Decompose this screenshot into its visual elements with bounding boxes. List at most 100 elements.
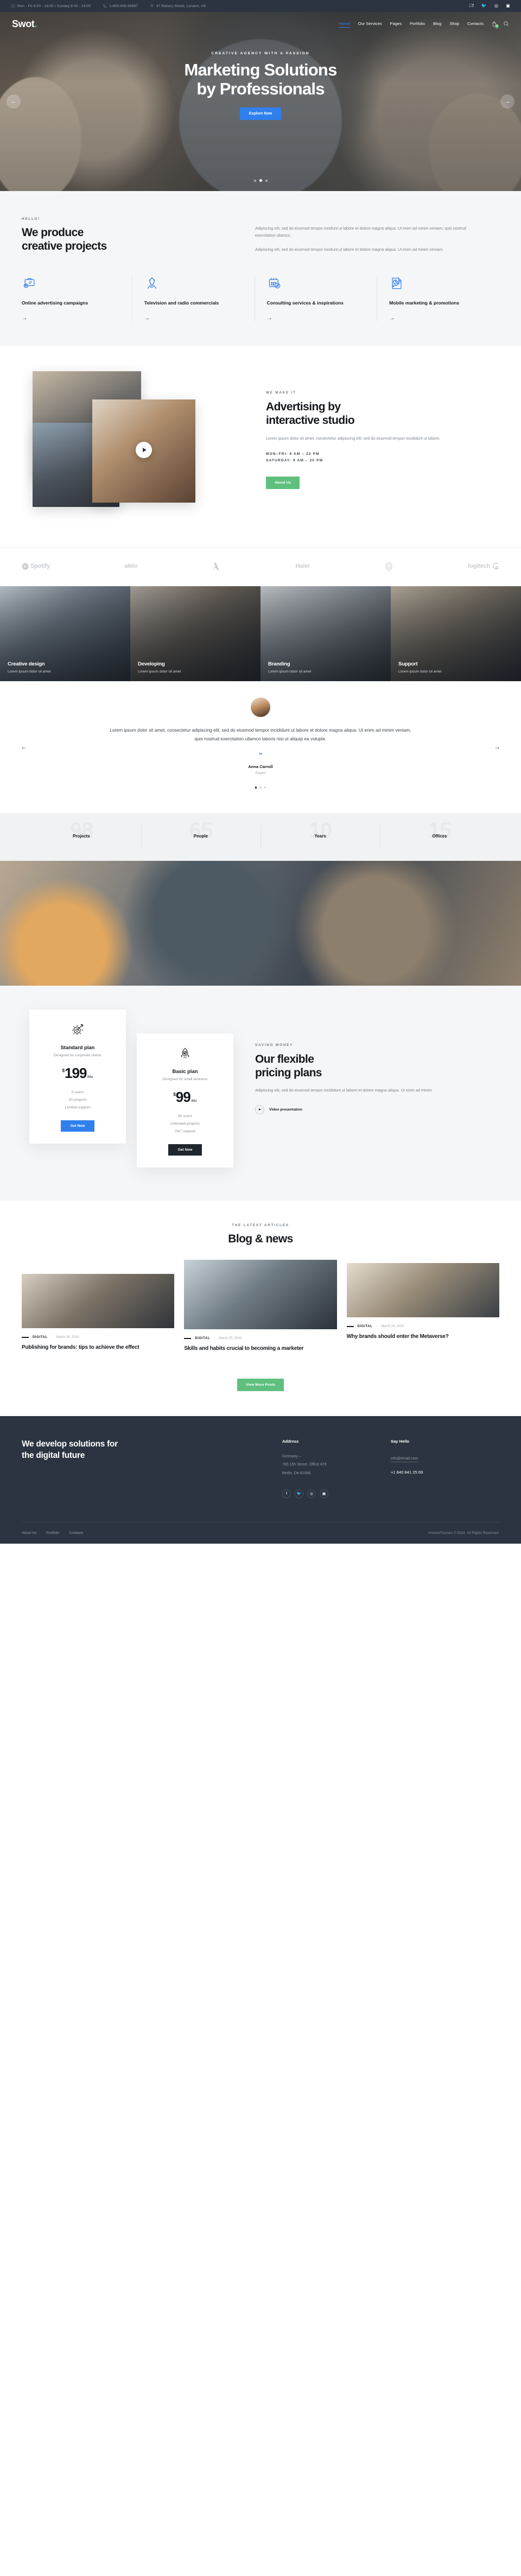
hero-dot-3[interactable] <box>265 180 268 182</box>
testimonial-prev-arrow[interactable]: ← <box>21 743 27 751</box>
nav-item-pages[interactable]: Pages <box>390 21 402 28</box>
nav-link-our-services[interactable]: Our Services <box>358 21 382 28</box>
video-presentation-link[interactable]: Video presentation <box>255 1105 472 1114</box>
footer-link-portfolio[interactable]: Portfolio <box>46 1531 59 1535</box>
brand-name: alelo <box>124 563 138 570</box>
counter-projects: 98 Projects <box>22 820 141 852</box>
arrow-right-icon[interactable]: → <box>144 315 243 321</box>
plan-cta-standard[interactable]: Get Now <box>60 1120 95 1132</box>
play-icon[interactable] <box>136 441 152 458</box>
hero-cta-button[interactable]: Explore Now <box>239 107 282 120</box>
facebook-icon[interactable]: f <box>282 1489 291 1499</box>
dribbble-icon[interactable]: ◎ <box>307 1489 316 1499</box>
team-meeting-photo <box>0 860 521 986</box>
hero-dot-1[interactable] <box>253 180 256 182</box>
blog-post-category[interactable]: DIGITAL <box>33 1336 48 1339</box>
advertising-title: Advertising by interactive studio <box>266 400 494 427</box>
briefcase-gear-icon <box>22 276 37 291</box>
arrow-right-icon[interactable]: → <box>389 315 487 321</box>
hero-next-arrow[interactable]: → <box>500 94 514 109</box>
hours-saturday: SATURDAY: 9 AM – 20 PM <box>266 459 323 463</box>
nav-item-blog[interactable]: Blog <box>433 21 441 28</box>
hero-eyebrow: CREATIVE AGENCY WITH A PASSION <box>211 52 310 55</box>
pricing-plan-list: Standard plan Designed for corporate cli… <box>22 1009 255 1172</box>
footer-link-contacts[interactable]: Contacts <box>69 1531 83 1535</box>
site-logo[interactable]: Swot. <box>12 18 37 30</box>
footer-link-about-us[interactable]: About Us <box>22 1531 36 1535</box>
arrow-right-icon[interactable]: → <box>267 315 365 321</box>
service-card-tv-radio[interactable]: Television and radio commercials → <box>132 276 255 321</box>
facebook-icon[interactable]: f <box>469 4 474 8</box>
blog-post-image <box>184 1259 337 1329</box>
produce-eyebrow: HELLO! <box>22 217 41 221</box>
testimonial-section: ← → Lorem ipsum dolor sit amet, consecte… <box>0 681 521 813</box>
blog-post-title[interactable]: Why brands should enter the Metaverse? <box>347 1333 499 1341</box>
blog-post[interactable]: DIGITAL · March 25, 2020 Skills and habi… <box>184 1259 337 1392</box>
play-icon <box>255 1105 264 1114</box>
twitter-icon[interactable]: 🐦 <box>295 1489 303 1499</box>
target-gear-icon <box>71 1023 85 1037</box>
blog-post-title[interactable]: Publishing for brands: tips to achieve t… <box>22 1344 174 1352</box>
testimonial-next-arrow[interactable]: → <box>494 743 500 751</box>
testimonial-author-role: Expert <box>255 771 266 775</box>
blog-post-title[interactable]: Skills and habits crucial to becoming a … <box>184 1345 336 1353</box>
tile-branding[interactable]: Branding Lorem ipsum dolor sit amet <box>260 586 391 681</box>
nav-link-blog[interactable]: Blog <box>433 21 441 28</box>
nav-item-shop[interactable]: Shop <box>449 21 459 28</box>
counter-label: People <box>193 833 208 839</box>
search-button[interactable] <box>503 20 509 29</box>
tile-support[interactable]: Support Lorem ipsum dolor sit amet <box>391 586 521 681</box>
dribbble-icon[interactable]: ◎ <box>494 4 498 8</box>
testimonial-dot-2[interactable] <box>259 786 262 789</box>
nav-item-contacts[interactable]: Contacts <box>467 21 484 28</box>
instagram-icon[interactable]: ▣ <box>320 1489 328 1499</box>
blog-post[interactable]: DIGITAL · March 26, 2020 Publishing for … <box>22 1273 175 1352</box>
avatar <box>251 697 270 717</box>
nav-item-home[interactable]: Home <box>339 21 350 28</box>
about-us-button[interactable]: About Us <box>266 476 300 489</box>
pricing-title-line2: pricing plans <box>255 1066 322 1079</box>
topbar-address-text: 47 Bakery Street, London, UK <box>156 4 207 8</box>
nav-item-our-services[interactable]: Our Services <box>358 21 382 28</box>
report-chart-icon <box>389 276 404 291</box>
topbar-phone[interactable]: 1-800-458-56987 <box>103 4 138 8</box>
blog-post-category[interactable]: DIGITAL <box>195 1337 210 1340</box>
nav-link-contacts[interactable]: Contacts <box>467 21 484 28</box>
blog-post-category[interactable]: DIGITAL <box>358 1325 373 1328</box>
brand-name: Haier <box>295 563 310 570</box>
plan-cta-basic[interactable]: Get Now <box>168 1144 202 1156</box>
nav-link-pages[interactable]: Pages <box>390 21 402 28</box>
pricing-paragraph: Adipiscing elit, sed do eiusmod tempor i… <box>255 1088 433 1093</box>
advertising-section: WE MAKE IT Advertising by interactive st… <box>0 346 521 547</box>
plan-period: /Mo <box>190 1099 197 1103</box>
footer-phone[interactable]: +1 840 841 25 69 <box>391 1470 499 1475</box>
nav-link-portfolio[interactable]: Portfolio <box>410 21 425 28</box>
hero-prev-arrow[interactable]: ← <box>7 94 21 109</box>
service-card-online-advertising[interactable]: Online advertising campaigns → <box>22 276 132 321</box>
tile-developing[interactable]: Developing Lorem ipsum dolor sit amet <box>130 586 260 681</box>
instagram-icon[interactable]: ▣ <box>506 4 510 8</box>
hero-dot-2[interactable] <box>259 179 262 182</box>
view-more-posts-button[interactable]: View More Posts <box>237 1379 284 1392</box>
nav-item-portfolio[interactable]: Portfolio <box>410 21 425 28</box>
twitter-icon[interactable]: 🐦 <box>481 4 487 8</box>
arrow-right-icon[interactable]: → <box>22 315 120 321</box>
service-card-consulting[interactable]: Consulting services & inspirations → <box>255 276 378 321</box>
advertising-title-line2: interactive studio <box>266 414 355 427</box>
footer-email-link[interactable]: info@email.com <box>391 1457 418 1463</box>
main-navigation: Swot. Home Our Services Pages Portfolio … <box>0 12 521 30</box>
footer-headline: We develop solutions for the digital fut… <box>22 1439 250 1462</box>
cart-button[interactable]: 0 <box>491 21 499 28</box>
testimonial-dot-3[interactable] <box>264 786 266 789</box>
page-root: Mon - Fri 8:00 - 18:00 / Sunday 8:00 - 1… <box>0 0 521 1544</box>
blog-post[interactable]: DIGITAL · March 24, 2020 Why brands shou… <box>346 1262 499 1341</box>
tile-title: Developing <box>138 661 165 667</box>
tile-creative-design[interactable]: Creative design Lorem ipsum dolor sit am… <box>0 586 130 681</box>
service-card-mobile-marketing[interactable]: Mobile marketing & promotions → <box>377 276 499 321</box>
search-icon <box>504 21 509 26</box>
testimonial-dot-1[interactable] <box>255 786 257 789</box>
nav-link-shop[interactable]: Shop <box>449 21 459 28</box>
meta-dash <box>346 1326 354 1327</box>
counters-section: 98 Projects 65 People 10 Years 15 Office… <box>0 813 521 861</box>
nav-link-home[interactable]: Home <box>339 21 350 28</box>
